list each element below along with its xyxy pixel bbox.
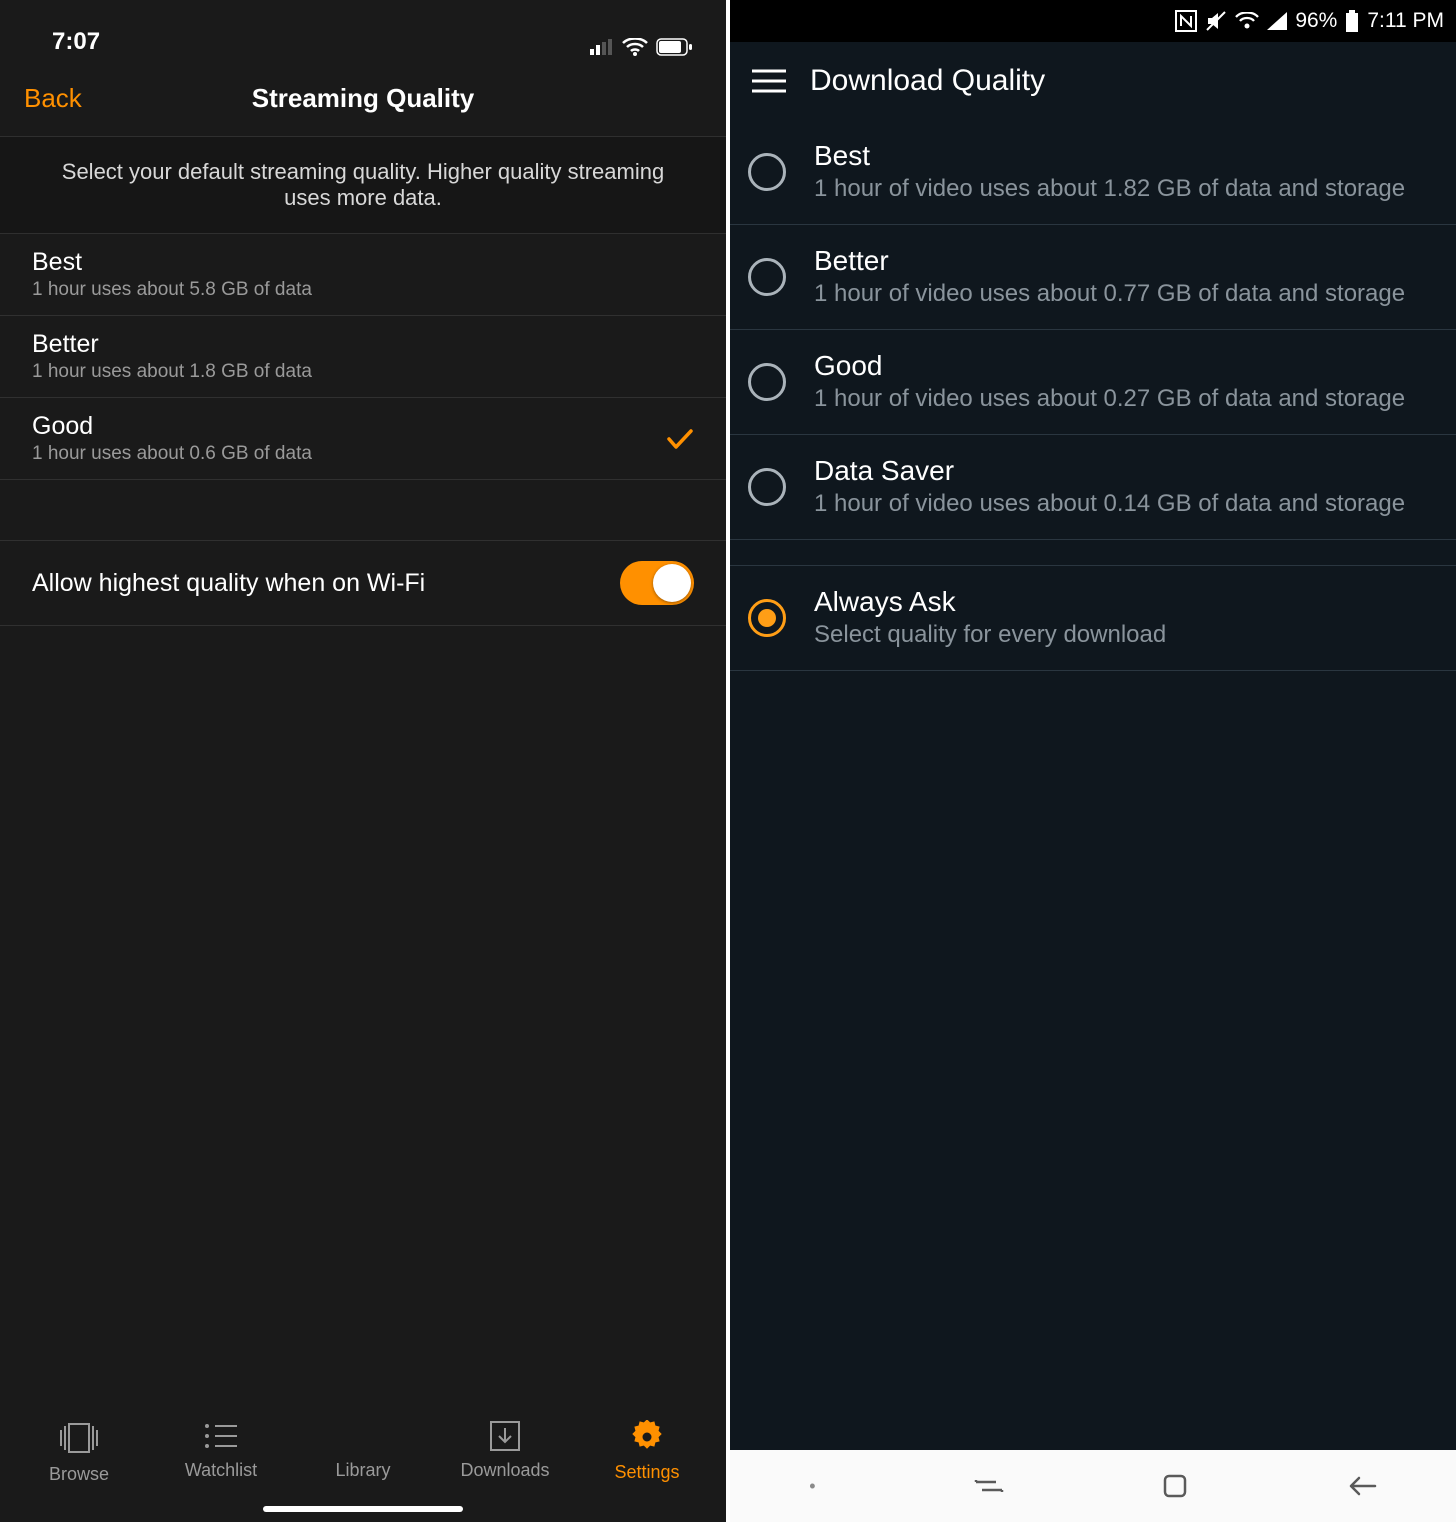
quality-sub: 1 hour uses about 1.8 GB of data (32, 361, 312, 383)
option-title: Better (814, 245, 1405, 277)
android-dot: • (809, 1476, 815, 1497)
option-best[interactable]: Best 1 hour of video uses about 1.82 GB … (730, 120, 1456, 225)
quality-sub: 1 hour uses about 5.8 GB of data (32, 279, 312, 301)
quality-title: Better (32, 330, 312, 359)
hamburger-icon[interactable] (752, 68, 786, 94)
option-sub: Select quality for every download (814, 620, 1166, 650)
android-phone: 96% 7:11 PM Download Quality Best 1 hour… (730, 0, 1456, 1522)
cellular-icon (1267, 12, 1287, 30)
option-title: Good (814, 350, 1405, 382)
option-title: Always Ask (814, 586, 1166, 618)
tab-settings[interactable]: Settings (602, 1420, 692, 1483)
downloads-icon (489, 1420, 521, 1452)
tab-label: Settings (614, 1462, 679, 1483)
tab-label: Library (335, 1460, 390, 1481)
option-title: Data Saver (814, 455, 1405, 487)
tab-label: Downloads (460, 1460, 549, 1481)
back-button[interactable]: Back (24, 83, 82, 114)
tab-downloads[interactable]: Downloads (460, 1420, 550, 1481)
option-sub: 1 hour of video uses about 0.27 GB of da… (814, 384, 1405, 414)
option-always-ask[interactable]: Always Ask Select quality for every down… (730, 566, 1456, 671)
checkmark-icon (666, 427, 694, 451)
android-time: 7:11 PM (1367, 9, 1444, 33)
android-appbar: Download Quality (730, 42, 1456, 120)
home-button[interactable] (1162, 1473, 1188, 1499)
library-icon (345, 1420, 381, 1452)
ios-status-icons (590, 38, 692, 56)
wifi-quality-toggle-row: Allow highest quality when on Wi-Fi (0, 540, 726, 626)
home-indicator[interactable] (263, 1506, 463, 1512)
option-sub: 1 hour of video uses about 1.82 GB of da… (814, 174, 1405, 204)
option-better[interactable]: Better 1 hour of video uses about 0.77 G… (730, 225, 1456, 330)
watchlist-icon (203, 1420, 239, 1452)
wifi-icon (622, 38, 648, 56)
quality-title: Best (32, 248, 312, 277)
option-title: Best (814, 140, 1405, 172)
page-title: Streaming Quality (0, 83, 726, 114)
tab-library[interactable]: Library (318, 1420, 408, 1481)
tab-label: Browse (49, 1464, 109, 1485)
radio-icon (748, 153, 786, 191)
wifi-quality-toggle[interactable] (620, 561, 694, 605)
tab-browse[interactable]: Browse (34, 1420, 124, 1485)
quality-row-best[interactable]: Best 1 hour uses about 5.8 GB of data (0, 234, 726, 316)
ios-tabbar: Browse Watchlist Library Downloads Setti… (0, 1402, 726, 1522)
nfc-icon (1175, 10, 1197, 32)
ios-phone: 7:07 Back Streaming Quality Select your … (0, 0, 726, 1522)
radio-icon (748, 468, 786, 506)
cellular-icon (590, 39, 614, 55)
quality-row-better[interactable]: Better 1 hour uses about 1.8 GB of data (0, 316, 726, 398)
android-status-bar: 96% 7:11 PM (730, 0, 1456, 42)
tab-label: Watchlist (185, 1460, 257, 1481)
android-system-navbar: • (730, 1450, 1456, 1522)
quality-list: Best 1 hour uses about 5.8 GB of data Be… (0, 234, 726, 480)
quality-title: Good (32, 412, 312, 441)
helper-text: Select your default streaming quality. H… (0, 136, 726, 234)
download-quality-list: Best 1 hour of video uses about 1.82 GB … (730, 120, 1456, 671)
ios-status-bar: 7:07 (0, 0, 726, 60)
option-sub: 1 hour of video uses about 0.77 GB of da… (814, 279, 1405, 309)
radio-icon (748, 363, 786, 401)
quality-sub: 1 hour uses about 0.6 GB of data (32, 443, 312, 465)
option-sub: 1 hour of video uses about 0.14 GB of da… (814, 489, 1405, 519)
option-good[interactable]: Good 1 hour of video uses about 0.27 GB … (730, 330, 1456, 435)
back-button[interactable] (1347, 1474, 1377, 1498)
ios-time: 7:07 (52, 28, 100, 56)
wifi-icon (1235, 12, 1259, 30)
tab-watchlist[interactable]: Watchlist (176, 1420, 266, 1481)
option-data-saver[interactable]: Data Saver 1 hour of video uses about 0.… (730, 435, 1456, 540)
mute-icon (1205, 10, 1227, 32)
ios-navbar: Back Streaming Quality (0, 60, 726, 136)
battery-icon (1345, 10, 1359, 32)
radio-icon (748, 258, 786, 296)
gear-icon (630, 1420, 664, 1454)
battery-percent: 96% (1295, 9, 1337, 33)
battery-icon (656, 38, 692, 56)
app-title: Download Quality (810, 64, 1045, 98)
recents-button[interactable] (974, 1474, 1004, 1498)
browse-icon (59, 1420, 99, 1456)
toggle-label: Allow highest quality when on Wi-Fi (32, 569, 425, 598)
radio-icon (748, 599, 786, 637)
quality-row-good[interactable]: Good 1 hour uses about 0.6 GB of data (0, 398, 726, 480)
